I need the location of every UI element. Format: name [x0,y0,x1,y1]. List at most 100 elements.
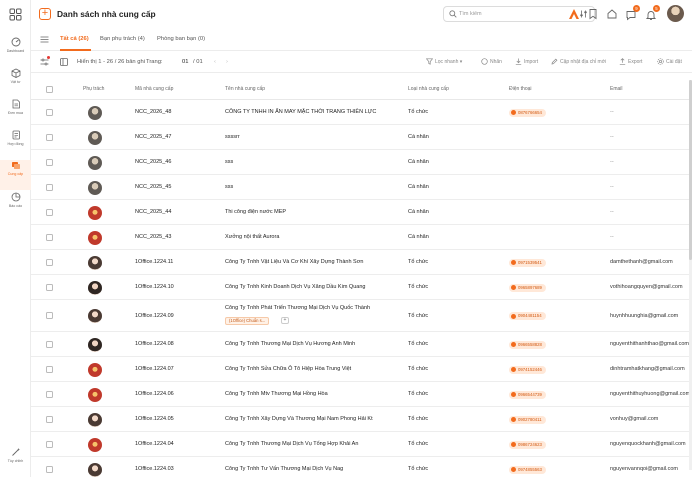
supplier-code[interactable]: 1Office.1224.10 [135,284,174,290]
update-address-button[interactable]: Cập nhật địa chỉ mới [551,58,606,65]
layout-icon[interactable] [60,58,68,66]
phone-pill[interactable]: 0965897689 [509,283,546,292]
table-row[interactable]: NCC_2025_47 ssssrr Cá nhân -- [31,125,692,150]
supplier-email[interactable]: vothihoangquyen@gmail.com [610,284,683,290]
owner-avatar[interactable] [88,387,102,402]
sidebar-item-vat-tu[interactable]: Vật tư [0,68,31,98]
phone-pill[interactable]: 0971539541 [509,258,546,267]
table-row[interactable]: 1Office.1224.08 Công Ty Tnhh Thương Mại D… [31,332,692,357]
supplier-email[interactable]: dinhtramhatkhang@gmail.com [610,366,685,372]
table-row[interactable]: NCC_2025_46 sss Cá nhân -- [31,150,692,175]
row-checkbox[interactable] [46,415,53,423]
owner-avatar[interactable] [88,362,102,377]
owner-avatar[interactable] [88,130,102,145]
prev-page-button[interactable]: ‹ [214,59,216,65]
supplier-name[interactable]: Thi công điện nước MEP [225,209,286,215]
row-checkbox[interactable] [46,208,53,216]
supplier-name[interactable]: Xưởng nội thất Aurora [225,234,279,240]
table-row[interactable]: 1Office.1224.11 Công Ty Tnhh Vật Liệu Và … [31,250,692,275]
phone-pill[interactable]: 0904481154 [509,312,546,320]
home-icon[interactable] [606,8,618,20]
row-checkbox[interactable] [46,183,53,191]
sidebar-item-tuy-chinh[interactable]: Tùy chỉnh [0,447,31,477]
owner-avatar[interactable] [88,412,102,427]
supplier-code[interactable]: 1Office.1224.08 [135,341,174,347]
supplier-email[interactable]: vonhuy@gmail.com [610,416,658,422]
supplier-code[interactable]: 1Office.1224.07 [135,366,174,372]
supplier-name[interactable]: Công Ty Tnhh Vật Liệu Và Cơ Khí Xây Dựng… [225,259,363,265]
owner-avatar[interactable] [88,437,102,452]
sidebar-item-hop-dong[interactable]: Hợp đồng [0,130,31,160]
owner-avatar[interactable] [88,230,102,245]
supplier-name[interactable]: Công Ty Tnhh Thương Mại Dịch Vụ Hương An… [225,341,355,347]
table-row[interactable]: NCC_2026_48 CÔNG TY TNHH IN ẤN MAY MẶC TH… [31,100,692,125]
supplier-name[interactable]: Công Ty Tnhh Xây Dựng Và Thương Mại Nam … [225,416,373,422]
row-checkbox[interactable] [46,340,53,348]
add-button[interactable]: + [39,8,51,20]
table-row[interactable]: 1Office.1224.06 Công Ty Tnhh Mtv Thương M… [31,382,692,407]
bookmark-icon[interactable] [587,8,599,20]
table-row[interactable]: 1Office.1224.03 Công Ty Tnhh Tư Vấn Thươn… [31,457,692,477]
tab-my-department[interactable]: Phòng ban bạn (0) [157,36,205,42]
table-row[interactable]: 1Office.1224.05 Công Ty Tnhh Xây Dựng Và … [31,407,692,432]
table-row[interactable]: 1Office.1224.07 Công Ty Tnhh Sửa Chữa Ô T… [31,357,692,382]
supplier-name[interactable]: Công Ty Tnhh Tư Vấn Thương Mại Dịch Vụ N… [225,466,343,472]
row-checkbox[interactable] [46,108,53,116]
supplier-email[interactable]: damthethanh@gmail.com [610,259,673,265]
table-row[interactable]: 1Office.1224.09 Công Ty Tnhh Phát Triển T… [31,300,692,332]
search-input[interactable] [459,9,569,19]
owner-avatar[interactable] [88,309,102,323]
row-checkbox[interactable] [46,158,53,166]
owner-avatar[interactable] [88,337,102,352]
sidebar-item-don-mua[interactable]: Đơn mua [0,99,31,129]
table-row[interactable]: NCC_2025_44 Thi công điện nước MEP Cá nhân… [31,200,692,225]
supplier-name[interactable]: Công Ty Tnhh Sửa Chữa Ô Tô Hiệp Hòa Trun… [225,366,351,372]
row-checkbox[interactable] [46,283,53,291]
next-page-button[interactable]: › [226,59,228,65]
supplier-code[interactable]: 1Office.1224.05 [135,416,174,422]
page-number-input[interactable]: 01 [182,59,188,65]
sidebar-item-bao-cao[interactable]: Báo cáo [0,192,31,222]
menu-icon[interactable] [40,36,49,43]
table-row[interactable]: 1Office.1224.10 Công Ty Tnhh Kinh Doanh D… [31,275,692,300]
supplier-name[interactable]: ssssrr [225,134,240,140]
supplier-code[interactable]: NCC_2026_48 [135,109,171,115]
select-all-checkbox[interactable] [46,86,53,93]
tab-my-responsibility[interactable]: Bạn phụ trách (4) [100,36,145,42]
supplier-name[interactable]: Công Ty Tnhh Kinh Doanh Dịch Vụ Xăng Dầu… [225,284,365,290]
supplier-code[interactable]: 1Office.1224.09 [135,313,174,319]
column-settings-icon[interactable] [40,58,49,66]
supplier-email[interactable]: nguyenthithuyhuong@gmail.com [610,391,690,397]
tab-all[interactable]: Tất cả (26) [60,36,89,42]
phone-pill[interactable]: 0966558828 [509,340,546,349]
owner-avatar[interactable] [88,105,102,120]
row-checkbox[interactable] [46,440,53,448]
chat-button[interactable]: 9 [625,5,640,21]
table-row[interactable]: NCC_2025_43 Xưởng nội thất Aurora Cá nhân -… [31,225,692,250]
owner-avatar[interactable] [88,180,102,195]
table-row[interactable]: NCC_2025_45 sss Cá nhân -- [31,175,692,200]
supplier-name[interactable]: CÔNG TY TNHH IN ẤN MAY MẶC THỜI TRANG TH… [225,109,376,115]
table-row[interactable]: 1Office.1224.04 Công Ty Tnhh Thương Mại D… [31,432,692,457]
supplier-code[interactable]: 1Office.1224.04 [135,441,174,447]
supplier-name[interactable]: Công Ty Tnhh Thương Mại Dịch Vụ Tổng Hợp… [225,441,358,447]
sidebar-item-dashboard[interactable]: Dashboard [0,37,31,67]
supplier-email[interactable]: nguyenthithanhthao@gmail.com [610,341,689,347]
app-grid-icon[interactable] [9,8,22,21]
user-avatar[interactable] [667,5,684,22]
add-tag-button[interactable]: + [281,317,289,324]
supplier-name[interactable]: sss [225,184,233,190]
supplier-name[interactable]: Công Ty Tnhh Mtv Thương Mại Hồng Hòa [225,391,328,397]
phone-pill[interactable]: 0986724623 [509,440,546,449]
supplier-code[interactable]: NCC_2025_47 [135,134,171,140]
supplier-email[interactable]: nguyenquockhanh@gmail.com [610,441,686,447]
supplier-name[interactable]: sss [225,159,233,165]
supplier-code[interactable]: 1Office.1224.06 [135,391,174,397]
supplier-name[interactable]: Công Ty Tnhh Phát Triển Thương Mại Dịch … [225,305,370,311]
phone-pill[interactable]: 0974152446 [509,365,546,374]
owner-avatar[interactable] [88,255,102,270]
supplier-code[interactable]: NCC_2025_43 [135,234,171,240]
supplier-code[interactable]: 1Office.1224.03 [135,466,174,472]
row-checkbox[interactable] [46,312,53,319]
export-button[interactable]: Export [619,57,642,65]
